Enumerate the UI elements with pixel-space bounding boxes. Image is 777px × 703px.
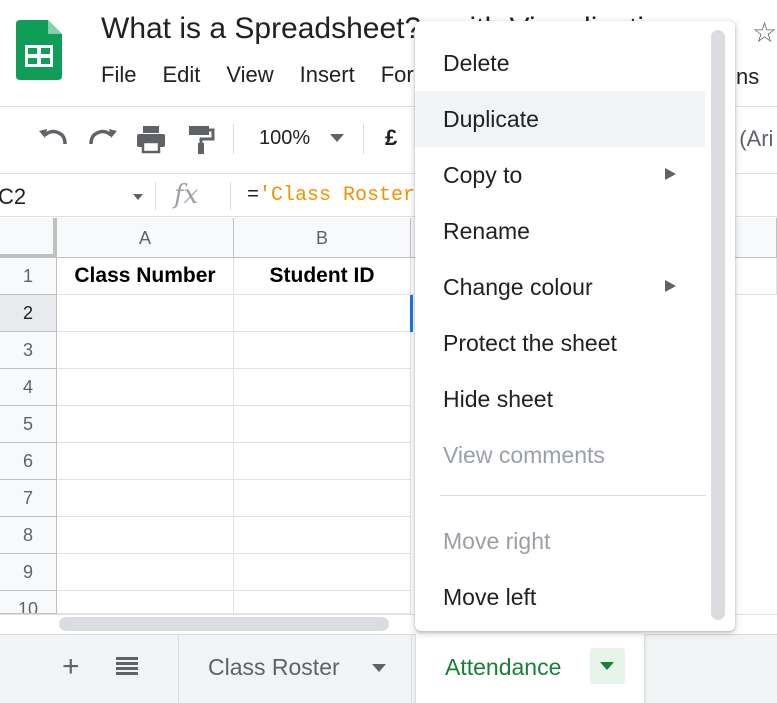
menu-file[interactable]: File bbox=[101, 62, 136, 92]
chevron-down-icon[interactable] bbox=[133, 194, 143, 200]
menu-item-protect-sheet[interactable]: Protect the sheet bbox=[415, 315, 705, 371]
horizontal-scrollbar-thumb[interactable] bbox=[59, 617, 389, 631]
menu-separator bbox=[440, 495, 706, 496]
sheet-tab-label[interactable]: Attendance bbox=[445, 654, 561, 681]
paint-format-icon[interactable] bbox=[184, 122, 218, 156]
grid-cell[interactable] bbox=[234, 369, 411, 406]
row-header-2[interactable]: 2 bbox=[0, 295, 57, 332]
column-header-a[interactable]: A bbox=[57, 218, 234, 258]
menu-item-move-left[interactable]: Move left bbox=[415, 569, 705, 625]
grid-cell[interactable] bbox=[57, 406, 234, 443]
spreadsheet-app: What is a Spreadsheet? - with Visualisat… bbox=[0, 0, 777, 703]
formula-separator bbox=[155, 182, 156, 210]
zoom-select[interactable]: 100% bbox=[259, 127, 310, 150]
submenu-arrow-icon bbox=[665, 168, 676, 180]
menu-item-hide-sheet[interactable]: Hide sheet bbox=[415, 371, 705, 427]
menu-item-move-right: Move right bbox=[443, 528, 551, 554]
menu-item-change-colour[interactable]: Change colour bbox=[415, 259, 705, 315]
cell-a1[interactable]: Class Number bbox=[57, 258, 234, 295]
grid-cell[interactable] bbox=[57, 480, 234, 517]
grid-cell[interactable] bbox=[57, 443, 234, 480]
grid-cell[interactable] bbox=[57, 332, 234, 369]
menu-item-copy-to[interactable]: Copy to bbox=[415, 147, 705, 203]
row-header-6[interactable]: 6 bbox=[0, 443, 57, 480]
selected-cell-c2[interactable] bbox=[410, 295, 413, 332]
grid-cell[interactable] bbox=[234, 517, 411, 554]
grid-cell[interactable] bbox=[57, 517, 234, 554]
grid-cell[interactable] bbox=[234, 295, 411, 332]
formula-equals: = bbox=[247, 184, 260, 207]
row-header-7[interactable]: 7 bbox=[0, 480, 57, 517]
submenu-arrow-icon bbox=[665, 280, 676, 292]
add-sheet-icon[interactable]: + bbox=[62, 650, 80, 684]
row-header-1[interactable]: 1 bbox=[0, 258, 57, 295]
toolbar-separator bbox=[363, 124, 364, 154]
chevron-down-icon[interactable] bbox=[600, 662, 614, 670]
chevron-down-icon[interactable] bbox=[372, 664, 386, 672]
print-icon[interactable] bbox=[134, 122, 168, 156]
all-sheets-icon[interactable] bbox=[116, 656, 138, 676]
grid-cell[interactable] bbox=[234, 554, 411, 591]
row-header-5[interactable]: 5 bbox=[0, 406, 57, 443]
select-all-corner[interactable] bbox=[0, 218, 57, 258]
menu-edit[interactable]: Edit bbox=[162, 62, 200, 92]
currency-format-button[interactable]: £ bbox=[385, 125, 397, 151]
formula-separator bbox=[230, 182, 231, 210]
name-box[interactable]: C2 bbox=[0, 184, 26, 210]
row-header-10[interactable]: 10 bbox=[0, 591, 57, 614]
grid-cell[interactable] bbox=[57, 554, 234, 591]
grid-cell[interactable] bbox=[234, 406, 411, 443]
formula-string: 'Class Roster bbox=[259, 184, 416, 207]
menu-item-view-comments: View comments bbox=[443, 442, 605, 468]
menu-item-rename[interactable]: Rename bbox=[415, 203, 705, 259]
sheet-tab-label[interactable]: Class Roster bbox=[208, 654, 340, 681]
menu-item-duplicate[interactable]: Duplicate bbox=[415, 91, 705, 147]
row-header-9[interactable]: 9 bbox=[0, 554, 57, 591]
menu-scrollbar[interactable] bbox=[711, 30, 725, 620]
undo-icon[interactable] bbox=[36, 122, 70, 156]
row-header-8[interactable]: 8 bbox=[0, 517, 57, 554]
formula-input[interactable]: ='Class Roster bbox=[247, 184, 415, 207]
grid-cell[interactable] bbox=[234, 591, 411, 614]
grid-cell[interactable] bbox=[57, 295, 234, 332]
redo-icon[interactable] bbox=[86, 122, 120, 156]
grid-cell[interactable] bbox=[57, 591, 234, 614]
cell-b1[interactable]: Student ID bbox=[234, 258, 411, 295]
toolbar-separator bbox=[233, 124, 234, 154]
fx-icon: fx bbox=[174, 180, 199, 210]
menu-bar: File Edit View Insert Format bbox=[101, 62, 450, 92]
column-header-b[interactable]: B bbox=[234, 218, 411, 258]
grid-cell[interactable] bbox=[234, 443, 411, 480]
menu-item-delete[interactable]: Delete bbox=[415, 35, 705, 91]
menu-extensions[interactable]: ns bbox=[736, 64, 759, 90]
menu-insert[interactable]: Insert bbox=[300, 62, 355, 92]
row-header-4[interactable]: 4 bbox=[0, 369, 57, 406]
row-header-3[interactable]: 3 bbox=[0, 332, 57, 369]
chevron-down-icon[interactable] bbox=[330, 134, 344, 142]
grid-cell[interactable] bbox=[57, 369, 234, 406]
star-icon[interactable]: ☆ bbox=[752, 16, 777, 49]
grid-cell[interactable] bbox=[234, 332, 411, 369]
grid-cell[interactable] bbox=[234, 480, 411, 517]
sheets-logo-icon[interactable] bbox=[16, 20, 62, 80]
menu-view[interactable]: View bbox=[226, 62, 273, 92]
